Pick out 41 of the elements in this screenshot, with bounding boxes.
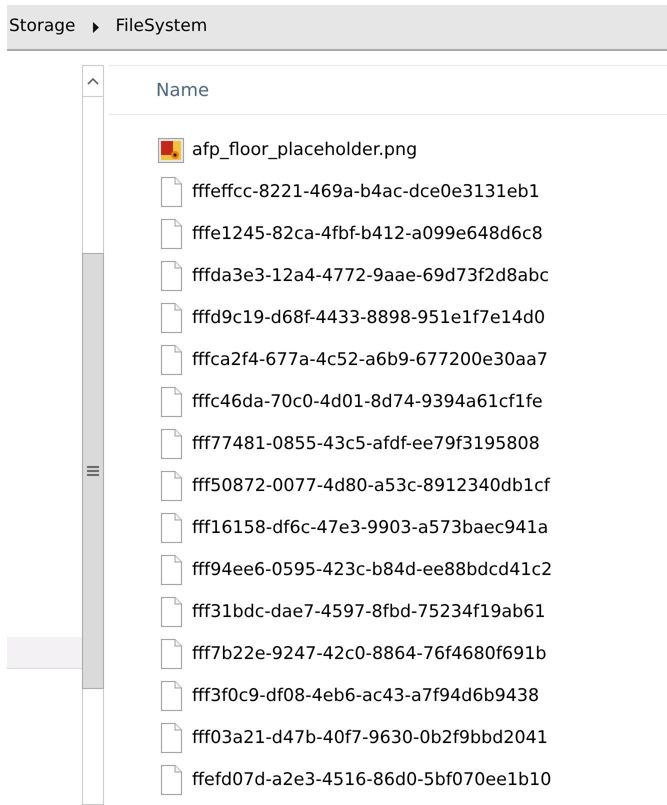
scrollbar-thumb[interactable]	[82, 253, 104, 689]
file-icon	[158, 765, 184, 795]
breadcrumb-item[interactable]: Storage	[9, 14, 76, 40]
file-name[interactable]: fffe1245-82ca-4fbf-b412-a099e648d6c8	[192, 220, 543, 248]
file-name[interactable]: fffeffcc-8221-469a-b4ac-dce0e3131eb1	[192, 178, 540, 206]
breadcrumb-item[interactable]: FileSystem	[116, 14, 208, 40]
chevron-up-icon	[87, 77, 99, 85]
file-icon	[158, 177, 184, 207]
image-file-icon	[158, 138, 184, 162]
column-header[interactable]: Name	[156, 76, 210, 104]
file-icon	[158, 345, 184, 375]
file-icon	[158, 723, 184, 753]
nav-pane-item[interactable]	[7, 637, 82, 669]
file-name[interactable]: fff7b22e-9247-42c0-8864-76f4680f691b	[192, 640, 546, 668]
file-icon	[158, 387, 184, 417]
file-name[interactable]: afp_floor_placeholder.png	[192, 136, 418, 164]
file-name[interactable]: fff03a21-d47b-40f7-9630-0b2f9bbd2041	[192, 724, 548, 752]
chevron-right-icon[interactable]	[92, 22, 100, 32]
file-icon	[158, 219, 184, 249]
file-name[interactable]: ffefd07d-a2e3-4516-86d0-5bf070ee1b10	[192, 766, 552, 794]
file-icon	[158, 303, 184, 333]
file-name[interactable]: fff16158-df6c-47e3-9903-a573baec941a	[192, 514, 548, 542]
file-name[interactable]: fffc46da-70c0-4d01-8d74-9394a61cf1fe	[192, 388, 543, 416]
file-icon	[158, 639, 184, 669]
file-icon	[158, 681, 184, 711]
file-name[interactable]: fff94ee6-0595-423c-b84d-ee88bdcd41c2	[192, 556, 552, 584]
file-icon	[158, 471, 184, 501]
file-icon	[158, 555, 184, 585]
file-name[interactable]: fff31bdc-dae7-4597-8fbd-75234f19ab61	[192, 598, 546, 626]
file-name[interactable]: fffd9c19-d68f-4433-8898-951e1f7e14d0	[192, 304, 546, 332]
file-name[interactable]: fffda3e3-12a4-4772-9aae-69d73f2d8abc	[192, 262, 549, 290]
file-icon	[158, 597, 184, 627]
file-name[interactable]: fff77481-0855-43c5-afdf-ee79f3195808	[192, 430, 540, 458]
file-icon	[158, 261, 184, 291]
file-icon	[158, 513, 184, 543]
scrollbar[interactable]	[82, 65, 104, 805]
file-icon	[158, 429, 184, 459]
file-name[interactable]: fff3f0c9-df08-4eb6-ac43-a7f94d6b9438	[192, 682, 540, 710]
grip-icon	[87, 466, 99, 476]
file-name[interactable]: fffca2f4-677a-4c52-a6b9-677200e30aa7	[192, 346, 548, 374]
file-name[interactable]: fff50872-0077-4d80-a53c-8912340db1cf	[192, 472, 550, 500]
